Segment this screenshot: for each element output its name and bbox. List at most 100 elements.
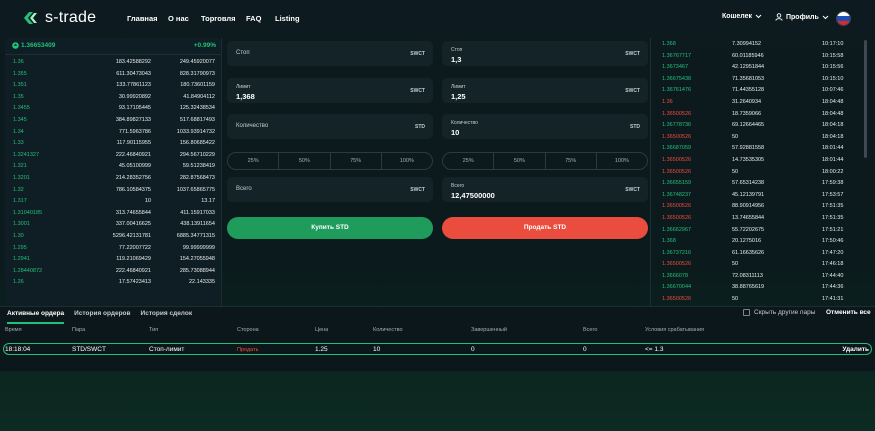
bid-total: 59.51238419 <box>182 163 215 170</box>
profile-menu[interactable]: Профиль <box>775 13 829 21</box>
percent-75[interactable]: 75% <box>546 153 597 169</box>
percent-100[interactable]: 100% <box>382 153 432 169</box>
column-header: Цена <box>315 327 329 333</box>
order-book-row[interactable]: 1.3241327 222.46840921 294.56710229 <box>5 149 221 161</box>
buy-total-field[interactable]: Всего SWCT <box>227 177 433 202</box>
tab-trade-history[interactable]: История сделок <box>141 308 193 324</box>
last-price: 1.36653409 <box>12 42 55 49</box>
trade-row: 1.36737216 61.16635626 17:47:20 <box>651 248 870 260</box>
sell-percent-selector[interactable]: 25% 50% 75% 100% <box>442 152 648 170</box>
order-book-row[interactable]: 1.295 77.22007722 99.99999999 <box>5 242 221 254</box>
trade-price: 1.36670044 <box>662 284 692 291</box>
tab-active-orders[interactable]: Активные ордера <box>7 308 65 324</box>
trade-amount: 38.88765619 <box>732 284 765 291</box>
percent-50[interactable]: 50% <box>279 153 331 169</box>
trade-price: 1.36 <box>662 98 673 105</box>
hide-other-pairs[interactable]: Скрыть другие пары <box>743 309 815 316</box>
nav-faq[interactable]: FAQ <box>246 14 261 23</box>
trade-time: 17:47:20 <box>822 249 844 256</box>
nav-about[interactable]: О нас <box>168 14 189 23</box>
trade-row: 1.36748237 45.12139791 17:53:57 <box>651 190 870 202</box>
checkbox[interactable] <box>743 309 750 316</box>
trade-time: 18:04:48 <box>822 110 844 117</box>
logo[interactable]: s-trade <box>21 9 96 27</box>
order-book-row[interactable]: 1.32 786.10584375 1037.65865775 <box>5 184 221 196</box>
trade-amount: 50 <box>732 133 739 140</box>
trade-time: 17:50:46 <box>822 238 844 245</box>
sell-button[interactable]: Продать STD <box>442 217 648 239</box>
trade-time: 17:51:21 <box>822 226 844 233</box>
trade-time: 10:17:10 <box>822 41 844 47</box>
order-book-row[interactable]: 1.355 611.30473043 828.31790973 <box>5 68 221 80</box>
field-label: Количество <box>451 120 478 126</box>
nav-trading[interactable]: Торговля <box>201 14 236 23</box>
order-book-row[interactable]: 1.33 117.90115955 156.80685422 <box>5 137 221 149</box>
percent-25[interactable]: 25% <box>443 153 495 169</box>
order-book: 1.36653409 +0.99% 1.36 183.42588292 249.45… <box>5 38 221 306</box>
bid-price: 1.317 <box>13 198 27 205</box>
order-book-row[interactable]: 1.2941 119.21069429 154.27055948 <box>5 253 221 265</box>
delete-order-button[interactable]: Удалить <box>842 346 869 353</box>
buy-limit-field[interactable]: Лимит 1,368 SWCT <box>227 78 433 103</box>
scrollbar[interactable] <box>864 40 867 158</box>
trade-amount: 20.1275016 <box>732 238 762 245</box>
currency-label: SWCT <box>410 187 425 193</box>
bid-total: 41.84904112 <box>183 93 215 100</box>
order-book-row[interactable]: 1.34 771.5963786 1033.93914732 <box>5 126 221 138</box>
percent-100[interactable]: 100% <box>597 153 647 169</box>
trade-time: 17:44:40 <box>822 272 844 279</box>
tab-order-history[interactable]: История ордеров <box>74 308 130 324</box>
order-book-row[interactable]: 1.26 17.57423413 22.143335 <box>5 276 221 288</box>
trade-row: 1.36500526 13.74655844 17:51:35 <box>651 213 870 225</box>
order-book-row[interactable]: 1.35 30.99920892 41.84904112 <box>5 91 221 103</box>
bid-price: 1.35 <box>13 93 24 100</box>
trade-row: 1.36500526 18.7359066 18:04:48 <box>651 109 870 121</box>
percent-50[interactable]: 50% <box>494 153 546 169</box>
order-done: 0 <box>471 346 475 353</box>
bid-total: 13.17 <box>201 198 215 205</box>
currency-label: SWCT <box>410 88 425 94</box>
order-book-row[interactable]: 1.321 45.05100999 59.51238419 <box>5 160 221 172</box>
trade-row: 1.36778736 69.12664465 18:04:18 <box>651 120 870 132</box>
sell-qty-field[interactable]: Количество 10 STD <box>442 114 648 139</box>
nav-home[interactable]: Главная <box>127 14 158 23</box>
order-book-row[interactable]: 1.36 183.42588292 249.45920077 <box>5 56 221 68</box>
order-book-row[interactable]: 1.317 10 13.17 <box>5 195 221 207</box>
trade-history: 1.368 7.30994152 10:17:10 1.36767717 60.0118… <box>651 38 870 306</box>
language-flag-icon[interactable] <box>836 11 851 26</box>
table-row[interactable]: 18:18:04 STD/SWCT Стоп-лимит Продать 1.2… <box>3 343 872 355</box>
trade-price: 1.36687059 <box>662 145 692 152</box>
buy-button[interactable]: Купить STD <box>227 217 433 239</box>
order-book-row[interactable]: 1.3001 337.00416625 438.13911654 <box>5 218 221 230</box>
arrow-up-circle-icon <box>12 42 19 49</box>
order-book-row[interactable]: 1.345 384.89827133 517.68817493 <box>5 114 221 126</box>
trade-time: 18:00:22 <box>822 168 844 175</box>
bid-price: 1.355 <box>13 70 27 77</box>
field-value: 1,3 <box>451 55 462 64</box>
sell-limit-field[interactable]: Лимит 1,25 SWCT <box>442 78 648 103</box>
sell-total-field[interactable]: Всего 12,47500000 SWCT <box>442 177 648 202</box>
trade-amount: 50 <box>732 296 739 303</box>
order-book-row[interactable]: 1.3455 93.17105445 125.32438534 <box>5 102 221 114</box>
sell-stop-field[interactable]: Стоп 1,3 SWCT <box>442 41 648 66</box>
currency-label: STD <box>630 124 640 130</box>
bid-price: 1.2941 <box>13 256 30 263</box>
percent-25[interactable]: 25% <box>228 153 280 169</box>
bid-amount: 10 <box>144 198 151 205</box>
wallet-menu[interactable]: Кошелек <box>722 13 762 20</box>
cancel-all-button[interactable]: Отменить все <box>826 309 871 316</box>
order-book-row[interactable]: 1.28440872 222.46840921 285.73088944 <box>5 265 221 277</box>
order-book-row[interactable]: 1.30 5296.42131781 6885.34771315 <box>5 230 221 242</box>
order-book-row[interactable]: 1.3201 214.28352756 282.87568473 <box>5 172 221 184</box>
trade-time: 17:51:35 <box>822 203 844 210</box>
nav-listing[interactable]: Listing <box>275 14 300 23</box>
buy-stop-field[interactable]: Стоп SWCT <box>227 41 433 66</box>
order-book-row[interactable]: 1.351 133.77861123 180.73601159 <box>5 79 221 91</box>
buy-qty-field[interactable]: Количество STD <box>227 114 433 139</box>
trade-amount: 72.08311113 <box>732 272 763 279</box>
buy-percent-selector[interactable]: 25% 50% 75% 100% <box>227 152 433 170</box>
percent-75[interactable]: 75% <box>331 153 382 169</box>
bid-total: 294.56710229 <box>179 151 215 158</box>
order-book-row[interactable]: 1.31040185 313.74655844 411.15917033 <box>5 207 221 219</box>
trade-row: 1.36655159 57.65314238 17:59:38 <box>651 178 870 190</box>
